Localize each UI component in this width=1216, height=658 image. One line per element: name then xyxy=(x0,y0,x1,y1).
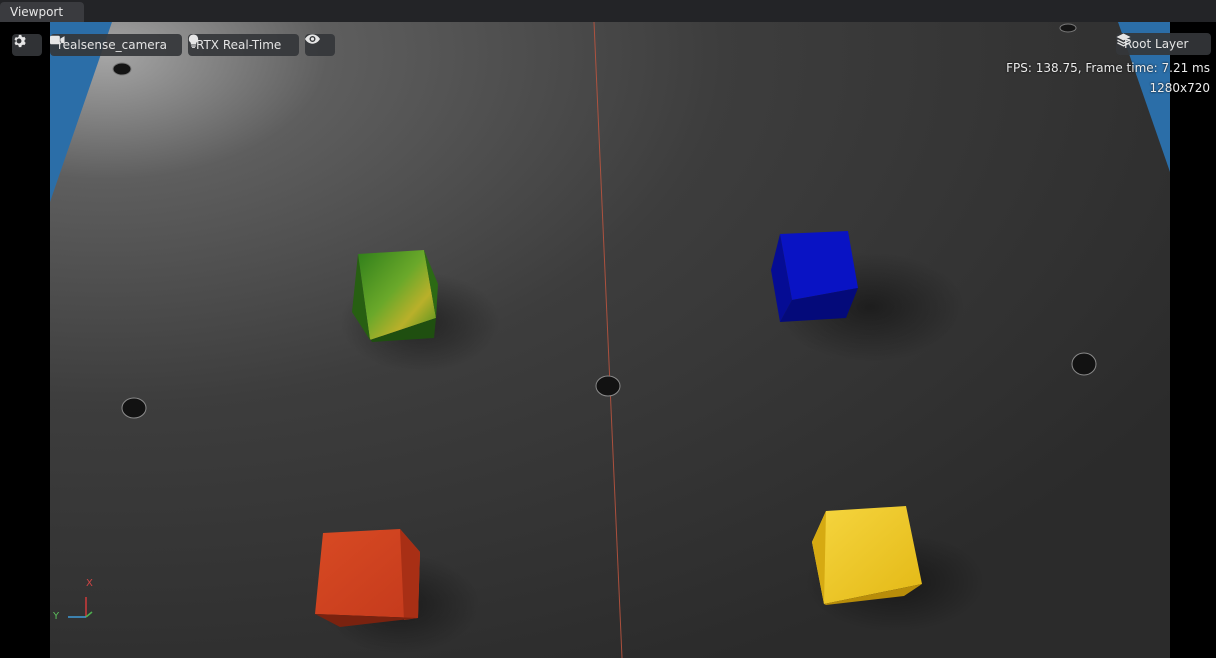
bulb-icon xyxy=(188,34,199,48)
eye-icon xyxy=(305,34,320,44)
cube-red[interactable] xyxy=(315,529,420,627)
gear-icon xyxy=(14,34,26,48)
scene-render[interactable]: X Y realsense_camera RTX Real-Time Root … xyxy=(0,22,1216,658)
settings-button[interactable] xyxy=(12,34,42,56)
fps-readout: FPS: 138.75, Frame time: 7.21 ms xyxy=(1006,61,1210,75)
cube-green[interactable] xyxy=(352,250,438,342)
tab-viewport[interactable]: Viewport xyxy=(0,2,84,22)
layer-label: Root Layer xyxy=(1124,37,1189,51)
camera-icon xyxy=(50,35,65,45)
cube-yellow[interactable] xyxy=(812,506,922,605)
camera-selector[interactable]: realsense_camera xyxy=(50,34,182,56)
tab-strip: Viewport xyxy=(0,0,1216,22)
cube-blue[interactable] xyxy=(771,231,858,322)
axis-x-label: X xyxy=(86,578,93,589)
render-mode-selector[interactable]: RTX Real-Time xyxy=(188,34,299,56)
viewport[interactable]: X Y realsense_camera RTX Real-Time Root … xyxy=(0,22,1216,658)
camera-label: realsense_camera xyxy=(58,38,167,52)
axis-y-label: Y xyxy=(53,611,60,622)
layers-icon xyxy=(1116,33,1131,47)
render-mode-label: RTX Real-Time xyxy=(196,38,282,52)
layer-selector[interactable]: Root Layer xyxy=(1116,33,1211,55)
resolution-readout: 1280x720 xyxy=(1149,81,1210,95)
visibility-button[interactable] xyxy=(305,34,335,56)
ground-plane xyxy=(50,22,1170,658)
